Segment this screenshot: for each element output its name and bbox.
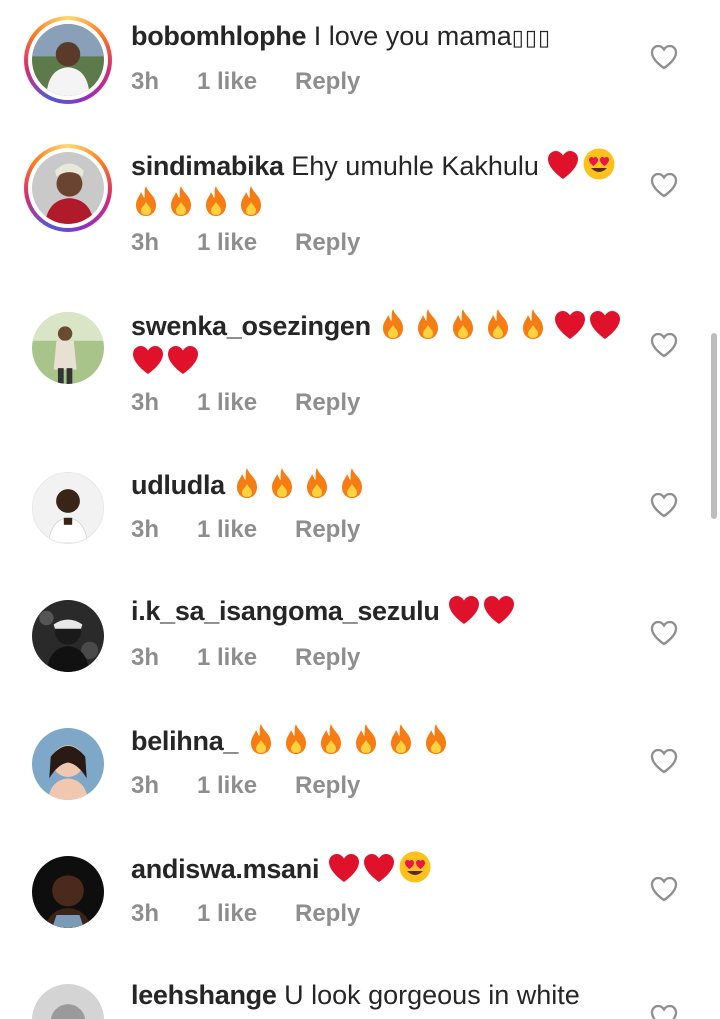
- heart-outline-icon[interactable]: [650, 44, 678, 70]
- reply-button[interactable]: Reply: [295, 516, 360, 544]
- comment-time: 3h: [131, 229, 160, 256]
- red-heart-emoji: [548, 151, 579, 179]
- heart-eyes-emoji: [583, 148, 615, 180]
- emoji-group: [447, 596, 517, 626]
- scrollbar[interactable]: [711, 333, 717, 519]
- red-heart-emoji: [328, 854, 359, 882]
- fire-emoji: [206, 186, 226, 216]
- comment-text: U look gorgeous in white: [284, 980, 580, 1010]
- avatar[interactable]: [32, 856, 104, 928]
- avatar[interactable]: [32, 600, 104, 672]
- comment-text: I love you mama: [313, 21, 512, 51]
- avatar[interactable]: [32, 728, 104, 800]
- red-heart-emoji: [363, 854, 394, 882]
- comment-username[interactable]: sindimabika: [131, 151, 284, 181]
- avatar[interactable]: [32, 312, 104, 384]
- red-heart-emoji: [555, 311, 586, 339]
- comment-username[interactable]: swenka_osezingen: [131, 311, 371, 341]
- fire-emoji: [488, 309, 509, 339]
- heart-eyes-emoji: [399, 851, 431, 883]
- comment-time: 3h: [131, 772, 160, 799]
- comment-likes[interactable]: 1 like: [197, 644, 257, 672]
- red-heart-emoji: [449, 596, 480, 624]
- comment-text: Ehy umuhle Kakhulu: [291, 151, 539, 181]
- avatar[interactable]: [32, 984, 104, 1019]
- comment-username[interactable]: udludla: [131, 470, 225, 500]
- fire-emoji: [285, 724, 306, 754]
- comment-likes[interactable]: 1 like: [197, 389, 257, 417]
- missing-glyphs: ▯▯▯: [511, 25, 552, 50]
- heart-outline-icon[interactable]: [650, 332, 678, 358]
- comment-username[interactable]: leehshange: [131, 980, 277, 1010]
- fire-emoji: [272, 468, 293, 498]
- comment-time: 3h: [131, 644, 160, 671]
- comment-username[interactable]: belihna_: [131, 726, 238, 756]
- fire-emoji: [425, 724, 446, 754]
- emoji-group: [131, 186, 271, 218]
- comment-time: 3h: [131, 389, 160, 416]
- fire-emoji: [136, 186, 156, 216]
- fire-emoji: [453, 309, 474, 339]
- comment-time: 3h: [131, 68, 160, 95]
- fire-emoji: [250, 724, 271, 754]
- avatar[interactable]: [32, 472, 104, 544]
- emoji-group: [378, 309, 623, 341]
- red-heart-emoji: [133, 346, 163, 374]
- avatar[interactable]: [24, 16, 112, 104]
- fire-emoji: [355, 724, 376, 754]
- reply-button[interactable]: Reply: [295, 68, 360, 96]
- comment-likes[interactable]: 1 like: [197, 900, 257, 928]
- heart-outline-icon[interactable]: [650, 876, 678, 902]
- heart-outline-icon[interactable]: [650, 620, 678, 646]
- comment-username[interactable]: bobomhlophe: [131, 21, 306, 51]
- red-heart-emoji: [590, 311, 621, 339]
- comment-time: 3h: [131, 900, 160, 927]
- fire-emoji: [241, 186, 261, 216]
- comment-likes[interactable]: 1 like: [197, 229, 257, 257]
- reply-button[interactable]: Reply: [295, 772, 360, 800]
- comment-likes[interactable]: 1 like: [197, 68, 257, 96]
- comments-screen: bobomhlophe I love you mama▯▯▯ 3h 1 like…: [0, 0, 720, 1019]
- avatar[interactable]: [24, 144, 112, 232]
- red-heart-emoji: [168, 346, 198, 374]
- fire-emoji: [342, 468, 363, 498]
- fire-emoji: [383, 309, 404, 339]
- comment-likes[interactable]: 1 like: [197, 772, 257, 800]
- heart-outline-icon[interactable]: [650, 172, 678, 198]
- emoji-group: [232, 468, 372, 500]
- reply-button[interactable]: Reply: [295, 229, 360, 257]
- comment-time: 3h: [131, 516, 160, 543]
- fire-emoji: [523, 309, 544, 339]
- emoji-group: [131, 346, 201, 376]
- emoji-group: [546, 148, 616, 181]
- heart-outline-icon[interactable]: [650, 492, 678, 518]
- heart-outline-icon[interactable]: [650, 748, 678, 774]
- fire-emoji: [307, 468, 328, 498]
- fire-emoji: [237, 468, 258, 498]
- emoji-group: [246, 724, 456, 756]
- comment-username[interactable]: andiswa.msani: [131, 854, 319, 884]
- reply-button[interactable]: Reply: [295, 900, 360, 928]
- fire-emoji: [320, 724, 341, 754]
- emoji-group: [327, 851, 432, 884]
- fire-emoji: [171, 186, 191, 216]
- red-heart-emoji: [484, 596, 515, 624]
- comment-likes[interactable]: 1 like: [197, 516, 257, 544]
- reply-button[interactable]: Reply: [295, 389, 360, 417]
- reply-button[interactable]: Reply: [295, 644, 360, 672]
- comment-username[interactable]: i.k_sa_isangoma_sezulu: [131, 596, 440, 626]
- fire-emoji: [418, 309, 439, 339]
- fire-emoji: [390, 724, 411, 754]
- heart-outline-icon[interactable]: [650, 1004, 678, 1019]
